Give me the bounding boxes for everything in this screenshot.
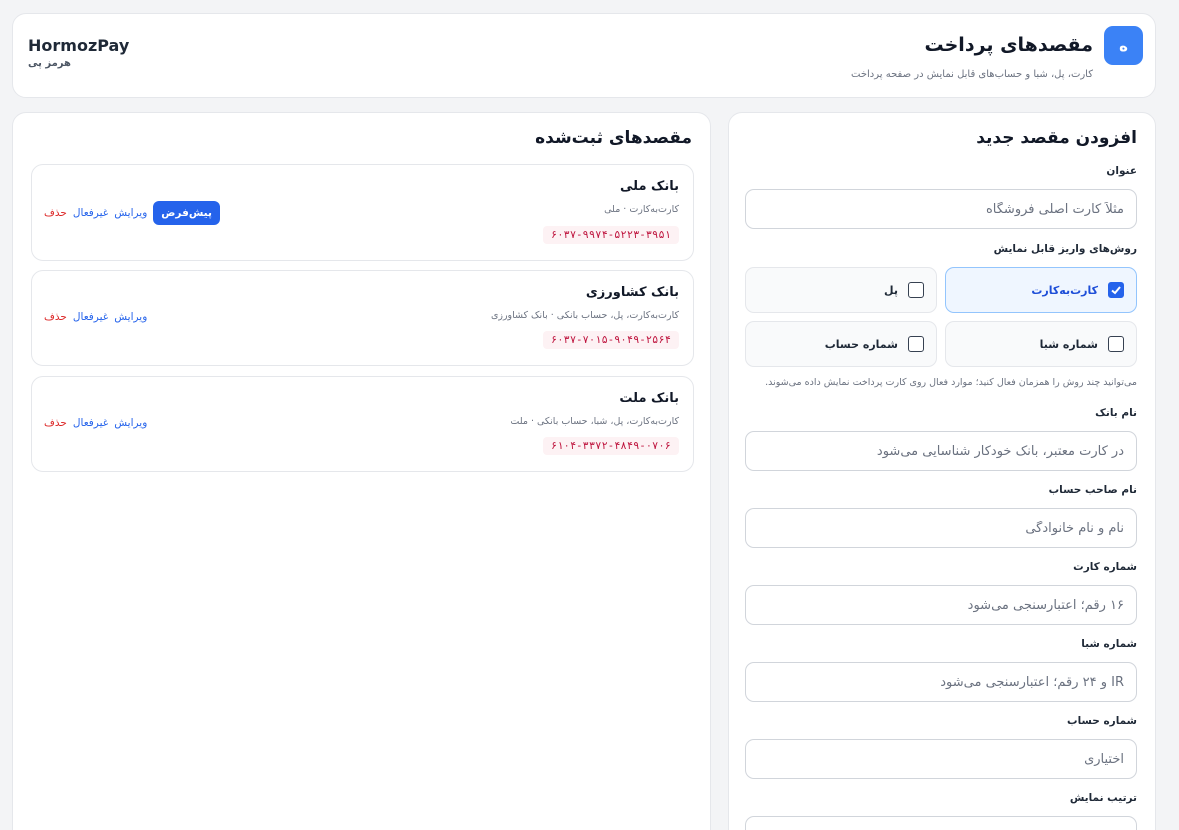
brand-name-en: HormozPay bbox=[28, 36, 130, 55]
card-actions: حذف غیرفعال ویرایش bbox=[44, 417, 147, 429]
destination-card: بانک ملت کارت‌به‌کارت، پل، شبا، حساب بان… bbox=[31, 376, 694, 472]
checkbox-icon[interactable] bbox=[908, 336, 924, 352]
deactivate-button[interactable]: غیرفعال bbox=[73, 311, 108, 323]
bank-input[interactable] bbox=[745, 431, 1137, 471]
methods-label: روش‌های واریز قابل نمایش bbox=[993, 243, 1137, 255]
method-label: کارت‌به‌کارت bbox=[1031, 283, 1098, 297]
order-label: ترتیب نمایش bbox=[1069, 792, 1137, 804]
sheba-label: شماره شبا bbox=[1081, 638, 1137, 650]
checkbox-icon[interactable] bbox=[908, 282, 924, 298]
bank-label: نام بانک bbox=[1095, 407, 1137, 419]
delete-button[interactable]: حذف bbox=[44, 207, 67, 219]
delete-button[interactable]: حذف bbox=[44, 311, 67, 323]
checkbox-icon[interactable] bbox=[1108, 336, 1124, 352]
card-description: کارت‌به‌کارت · ملی bbox=[604, 204, 679, 215]
edit-button[interactable]: ویرایش bbox=[114, 207, 147, 219]
edit-button[interactable]: ویرایش bbox=[114, 311, 147, 323]
card-number: ۶۰۳۷-۷۰۱۵-۹۰۴۹-۲۵۶۴ bbox=[542, 331, 679, 349]
default-badge-button[interactable]: پیش‌فرض bbox=[153, 201, 220, 225]
destinations-list-panel: مقصدهای ثبت‌شده بانک ملی کارت‌به‌کارت · … bbox=[12, 112, 711, 830]
form-title: افزودن مقصد جدید bbox=[976, 128, 1137, 148]
account-label: شماره حساب bbox=[1067, 715, 1137, 727]
deactivate-button[interactable]: غیرفعال bbox=[73, 417, 108, 429]
card-bank-name: بانک ملت bbox=[619, 391, 679, 406]
brand-name-fa: هرمز پی bbox=[28, 58, 71, 69]
deactivate-button[interactable]: غیرفعال bbox=[73, 207, 108, 219]
card-bank-name: بانک ملی bbox=[620, 179, 679, 194]
method-label: شماره حساب bbox=[824, 337, 898, 351]
checkbox-checked-icon[interactable] bbox=[1108, 282, 1124, 298]
page-header: ه مقصدهای پرداخت کارت، پل، شبا و حساب‌ها… bbox=[12, 13, 1156, 98]
card-bank-name: بانک کشاورزی bbox=[585, 285, 679, 300]
page-subtitle: کارت، پل، شبا و حساب‌های قابل نمایش در ص… bbox=[851, 69, 1093, 80]
holder-label: نام صاحب حساب bbox=[1048, 484, 1137, 496]
destination-card: بانک کشاورزی کارت‌به‌کارت، پل، حساب بانک… bbox=[31, 270, 694, 366]
method-label: پل bbox=[884, 283, 898, 297]
holder-input[interactable] bbox=[745, 508, 1137, 548]
list-title: مقصدهای ثبت‌شده bbox=[535, 128, 692, 148]
app-logo: ه bbox=[1104, 26, 1143, 65]
sheba-input[interactable] bbox=[745, 662, 1137, 702]
method-sheba[interactable]: شماره شبا bbox=[945, 321, 1137, 367]
card-description: کارت‌به‌کارت، پل، شبا، حساب بانکی · ملت bbox=[510, 416, 679, 427]
destination-card: بانک ملی کارت‌به‌کارت · ملی ۶۰۳۷-۹۹۷۴-۵۲… bbox=[31, 164, 694, 261]
delete-button[interactable]: حذف bbox=[44, 417, 67, 429]
account-input[interactable] bbox=[745, 739, 1137, 779]
title-input[interactable] bbox=[745, 189, 1137, 229]
method-label: شماره شبا bbox=[1039, 337, 1098, 351]
card-number: ۶۱۰۴-۳۳۷۲-۴۸۴۹-۰۷۰۶ bbox=[542, 437, 679, 455]
method-account[interactable]: شماره حساب bbox=[745, 321, 937, 367]
method-pol[interactable]: پل bbox=[745, 267, 937, 313]
order-input[interactable] bbox=[745, 816, 1137, 830]
card-number: ۶۰۳۷-۹۹۷۴-۵۲۲۳-۳۹۵۱ bbox=[542, 226, 679, 244]
card-description: کارت‌به‌کارت، پل، حساب بانکی · بانک کشاو… bbox=[490, 310, 679, 321]
title-label: عنوان bbox=[1106, 165, 1137, 177]
method-card-to-card[interactable]: کارت‌به‌کارت bbox=[945, 267, 1137, 313]
logo-letter: ه bbox=[1119, 36, 1128, 55]
page-title: مقصدهای پرداخت bbox=[924, 34, 1094, 56]
add-destination-panel: افزودن مقصد جدید عنوان روش‌های واریز قاب… bbox=[728, 112, 1156, 830]
card-number-label: شماره کارت bbox=[1073, 561, 1137, 573]
edit-button[interactable]: ویرایش bbox=[114, 417, 147, 429]
card-number-input[interactable] bbox=[745, 585, 1137, 625]
methods-hint: می‌توانید چند روش را همزمان فعال کنید؛ م… bbox=[765, 377, 1137, 388]
card-actions: حذف غیرفعال ویرایش پیش‌فرض bbox=[44, 201, 220, 225]
card-actions: حذف غیرفعال ویرایش bbox=[44, 311, 147, 323]
